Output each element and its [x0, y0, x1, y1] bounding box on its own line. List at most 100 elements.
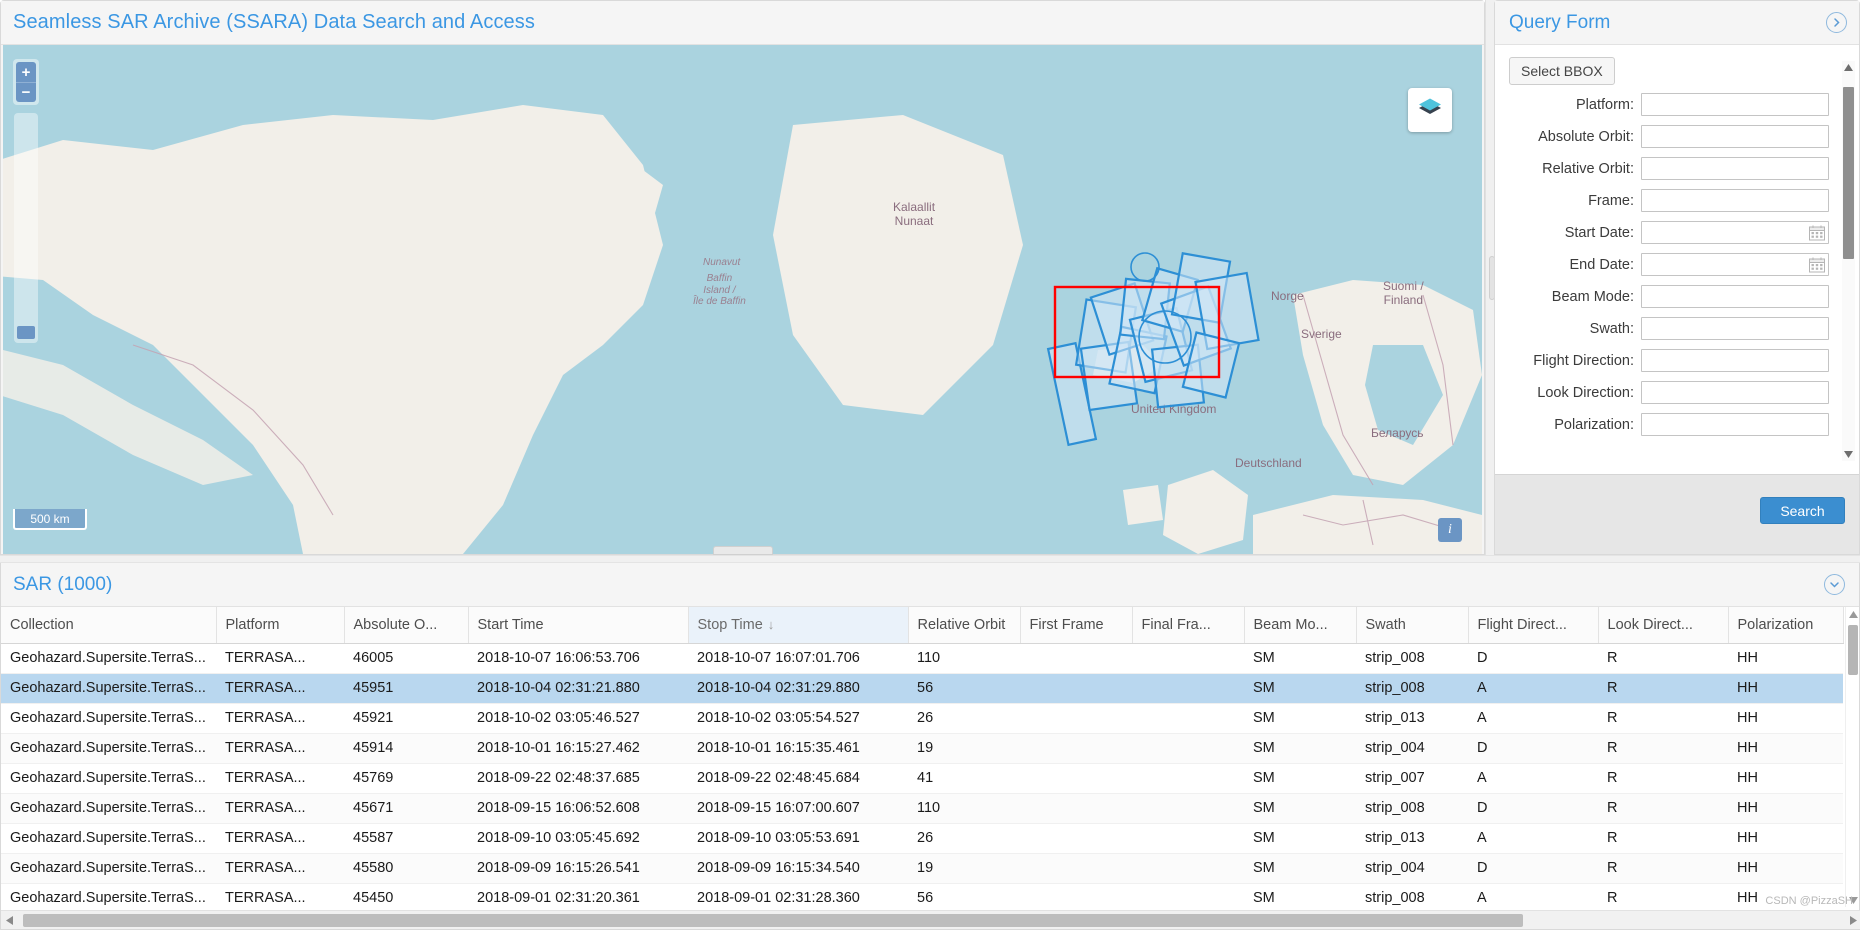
- frame-input[interactable]: [1641, 189, 1829, 212]
- cell-stop_time: 2018-09-10 03:05:53.691: [688, 823, 908, 854]
- cell-swath: strip_008: [1356, 883, 1468, 907]
- column-header-polarization[interactable]: Polarization: [1728, 607, 1844, 644]
- column-header-start_time[interactable]: Start Time: [468, 607, 689, 644]
- hscroll-track[interactable]: [17, 911, 1845, 930]
- cell-platform: TERRASA...: [216, 703, 344, 734]
- results-vertical-scrollbar[interactable]: [1845, 607, 1859, 907]
- column-header-look_dir[interactable]: Look Direct...: [1598, 607, 1729, 644]
- zoom-out-button[interactable]: −: [16, 82, 36, 102]
- map-resize-handle[interactable]: [712, 546, 773, 555]
- cell-final_frame: [1132, 673, 1244, 704]
- layer-switcher-button[interactable]: [1408, 88, 1452, 132]
- text-entry[interactable]: [1642, 254, 1828, 275]
- flightdirection-input[interactable]: [1641, 349, 1829, 372]
- relativeorbit-input[interactable]: [1641, 157, 1829, 180]
- map-zoom-control[interactable]: + −: [13, 59, 39, 105]
- text-entry[interactable]: [1642, 382, 1828, 403]
- horizontal-splitter[interactable]: [0, 555, 1860, 563]
- beammode-input[interactable]: [1641, 285, 1829, 308]
- select-bbox-button[interactable]: Select BBOX: [1509, 57, 1615, 85]
- column-header-final_frame[interactable]: Final Fra...: [1132, 607, 1245, 644]
- hscroll-right-arrow[interactable]: [1845, 911, 1860, 930]
- absoluteorbit-input[interactable]: [1641, 125, 1829, 148]
- sar-footprints-overlay[interactable]: [3, 45, 1482, 554]
- column-header-flight_dir[interactable]: Flight Direct...: [1468, 607, 1599, 644]
- table-row[interactable]: Geohazard.Supersite.TerraS... TERRASA... 4…: [1, 823, 1843, 854]
- cell-swath: strip_004: [1356, 733, 1468, 764]
- cell-relative_orbit: 26: [908, 703, 1020, 734]
- cell-collection: Geohazard.Supersite.TerraS...: [1, 703, 216, 734]
- table-row[interactable]: Geohazard.Supersite.TerraS... TERRASA... 4…: [1, 883, 1843, 907]
- column-header-label: Final Fra...: [1141, 616, 1211, 633]
- table-row[interactable]: Geohazard.Supersite.TerraS... TERRASA... 4…: [1, 643, 1843, 674]
- column-header-stop_time[interactable]: Stop Time ↓: [688, 607, 909, 644]
- hscroll-left-arrow[interactable]: [1, 911, 17, 930]
- platform-input[interactable]: [1641, 93, 1829, 116]
- search-button[interactable]: Search: [1760, 497, 1845, 524]
- cell-collection: Geohazard.Supersite.TerraS...: [1, 733, 216, 764]
- text-entry[interactable]: [1642, 158, 1828, 179]
- table-row[interactable]: Geohazard.Supersite.TerraS... TERRASA... 4…: [1, 673, 1843, 704]
- enddate-input[interactable]: [1641, 253, 1829, 276]
- query-form-header: Query Form: [1495, 1, 1859, 45]
- column-header-beam_mode[interactable]: Beam Mo...: [1244, 607, 1357, 644]
- chevron-down-circle-icon[interactable]: [1824, 574, 1845, 595]
- startdate-input[interactable]: [1641, 221, 1829, 244]
- table-row[interactable]: Geohazard.Supersite.TerraS... TERRASA... 4…: [1, 763, 1843, 794]
- scroll-down-arrow[interactable]: [1842, 448, 1855, 461]
- zoom-slider-handle[interactable]: [17, 326, 35, 339]
- zoom-slider-track[interactable]: [14, 113, 38, 343]
- results-horizontal-scrollbar[interactable]: [1, 910, 1860, 929]
- cell-platform: TERRASA...: [216, 793, 344, 824]
- cell-flight_dir: A: [1468, 763, 1598, 794]
- table-row[interactable]: Geohazard.Supersite.TerraS... TERRASA... 4…: [1, 703, 1843, 734]
- results-scroll-thumb[interactable]: [1848, 625, 1858, 675]
- text-entry[interactable]: [1642, 318, 1828, 339]
- table-row[interactable]: Geohazard.Supersite.TerraS... TERRASA... 4…: [1, 793, 1843, 824]
- text-entry[interactable]: [1642, 222, 1828, 243]
- map-scale-bar: 500 km: [13, 509, 87, 530]
- cell-flight_dir: D: [1468, 643, 1598, 674]
- column-header-relative_orbit[interactable]: Relative Orbit: [908, 607, 1021, 644]
- cell-first_frame: [1020, 793, 1132, 824]
- zoom-in-button[interactable]: +: [16, 62, 36, 82]
- text-entry[interactable]: [1642, 286, 1828, 307]
- scroll-thumb[interactable]: [1843, 87, 1854, 259]
- text-entry[interactable]: [1642, 350, 1828, 371]
- cell-beam_mode: SM: [1244, 883, 1356, 907]
- column-header-swath[interactable]: Swath: [1356, 607, 1469, 644]
- results-header-row: Collection Platform Absolute O... Start Tim…: [1, 607, 1844, 644]
- cell-first_frame: [1020, 823, 1132, 854]
- table-row[interactable]: Geohazard.Supersite.TerraS... TERRASA... 4…: [1, 733, 1843, 764]
- sort-descending-icon: ↓: [767, 616, 775, 632]
- column-header-collection[interactable]: Collection: [1, 607, 217, 644]
- table-row[interactable]: Geohazard.Supersite.TerraS... TERRASA... 4…: [1, 853, 1843, 884]
- caret-up-icon: [1848, 610, 1858, 618]
- cell-absolute_orbit: 45450: [344, 883, 468, 907]
- cell-final_frame: [1132, 643, 1244, 674]
- text-entry[interactable]: [1642, 190, 1828, 211]
- text-entry[interactable]: [1642, 414, 1828, 435]
- polarization-input[interactable]: [1641, 413, 1829, 436]
- results-scroll-up-arrow[interactable]: [1846, 607, 1859, 621]
- chevron-right-circle-icon[interactable]: [1826, 12, 1847, 33]
- text-entry[interactable]: [1642, 126, 1828, 147]
- map-canvas[interactable]: Kalaallit Nunaat Nunavut Baffin Island /…: [3, 45, 1482, 554]
- cell-absolute_orbit: 45951: [344, 673, 468, 704]
- scroll-up-arrow[interactable]: [1842, 61, 1855, 74]
- cell-polarization: HH: [1728, 703, 1843, 734]
- column-header-absolute_orbit[interactable]: Absolute O...: [344, 607, 469, 644]
- cell-platform: TERRASA...: [216, 643, 344, 674]
- cell-start_time: 2018-10-01 16:15:27.462: [468, 733, 688, 764]
- lookdirection-input[interactable]: [1641, 381, 1829, 404]
- text-entry[interactable]: [1642, 94, 1828, 115]
- bbox-row: Select BBOX: [1495, 55, 1859, 93]
- query-form-scrollbar[interactable]: [1842, 61, 1855, 461]
- cell-beam_mode: SM: [1244, 793, 1356, 824]
- cell-collection: Geohazard.Supersite.TerraS...: [1, 763, 216, 794]
- map-info-button[interactable]: i: [1438, 518, 1462, 542]
- column-header-platform[interactable]: Platform: [216, 607, 345, 644]
- hscroll-thumb[interactable]: [23, 913, 1523, 927]
- column-header-first_frame[interactable]: First Frame: [1020, 607, 1133, 644]
- swath-input[interactable]: [1641, 317, 1829, 340]
